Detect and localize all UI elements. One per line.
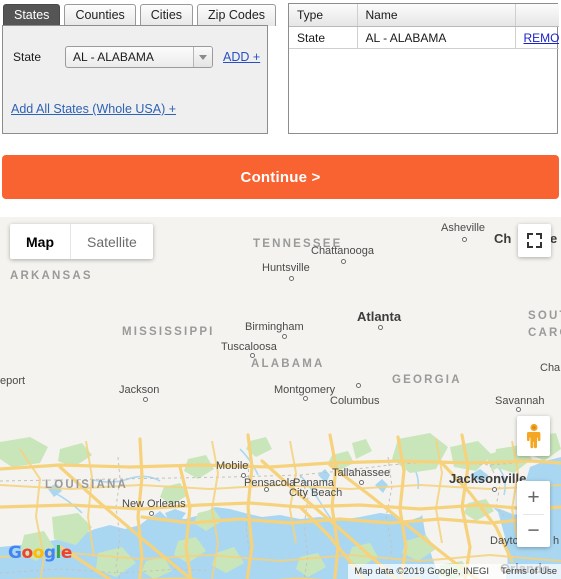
map-graphics [0, 217, 561, 579]
state-selection-panel: State AL - ALABAMA ADD + Add All States … [2, 25, 268, 134]
map-canvas[interactable]: TENNESSEE ARKANSAS MISSISSIPPI ALABAMA G… [0, 217, 561, 579]
terms-of-use-link[interactable]: Terms of Use [501, 566, 557, 577]
tab-zip-codes[interactable]: Zip Codes [197, 4, 277, 26]
add-state-link[interactable]: ADD + [223, 50, 260, 64]
tab-cities[interactable]: Cities [139, 4, 194, 26]
city-dot-birmingham [282, 334, 287, 339]
zoom-out-button[interactable]: − [517, 515, 550, 548]
tabstrip: States Counties Cities Zip Codes [0, 2, 277, 26]
city-dot-new-orleans [149, 511, 154, 516]
city-dot-mobile [241, 473, 246, 478]
city-dot-asheville [462, 237, 467, 242]
state-field-label: State [13, 50, 42, 64]
city-dot-atlanta [378, 325, 383, 330]
chevron-down-icon [193, 47, 212, 67]
cell-action: REMOVE [515, 26, 560, 49]
fullscreen-button[interactable] [518, 224, 551, 257]
city-dot-jackson [143, 397, 148, 402]
zoom-control: + − [517, 481, 550, 547]
city-dot-tallahassee [359, 480, 364, 485]
city-dot-huntsville [289, 276, 294, 281]
pegman-icon [526, 423, 540, 449]
selected-items-table: Type Name State AL - ALABAMA REMOVE [288, 3, 560, 134]
page-root: States Counties Cities Zip Codes State A… [0, 0, 561, 579]
state-select[interactable]: AL - ALABAMA [65, 46, 213, 68]
cell-name: AL - ALABAMA [357, 26, 516, 49]
tab-counties[interactable]: Counties [64, 4, 136, 26]
city-dot-montgomery [303, 396, 308, 401]
continue-button[interactable]: Continue > [2, 155, 559, 199]
map-type-satellite[interactable]: Satellite [70, 224, 153, 259]
city-dot-pensacola [264, 487, 269, 492]
state-select-value: AL - ALABAMA [73, 50, 154, 64]
map-type-control: Map Satellite [10, 224, 153, 259]
google-logo: Google [8, 543, 72, 563]
fullscreen-icon [527, 233, 542, 248]
street-view-pegman-button[interactable] [517, 416, 550, 456]
zoom-in-button[interactable]: + [517, 481, 550, 514]
map-attribution: Map data ©2019 Google, INEGI Terms of Us… [348, 564, 561, 579]
city-dot-jacksonville [492, 487, 497, 492]
city-dot-savannah [516, 407, 521, 412]
cell-type: State [289, 26, 358, 49]
state-field-row: State AL - ALABAMA ADD + [13, 46, 260, 68]
remove-link[interactable]: REMOVE [524, 31, 560, 45]
attribution-text: Map data ©2019 Google, INEGI [354, 566, 490, 577]
city-dot-tuscaloosa [250, 353, 255, 358]
table-header-row: Type Name [289, 4, 559, 27]
city-dot-chattanooga [341, 259, 346, 264]
city-dot-columbus [356, 383, 361, 388]
table-row: State AL - ALABAMA REMOVE [289, 26, 560, 49]
column-header-action [515, 4, 559, 27]
add-all-states-link[interactable]: Add All States (Whole USA) + [11, 102, 176, 116]
column-header-type: Type [289, 4, 358, 27]
tab-states[interactable]: States [3, 4, 61, 26]
map-type-map[interactable]: Map [10, 224, 70, 259]
column-header-name: Name [357, 4, 516, 27]
